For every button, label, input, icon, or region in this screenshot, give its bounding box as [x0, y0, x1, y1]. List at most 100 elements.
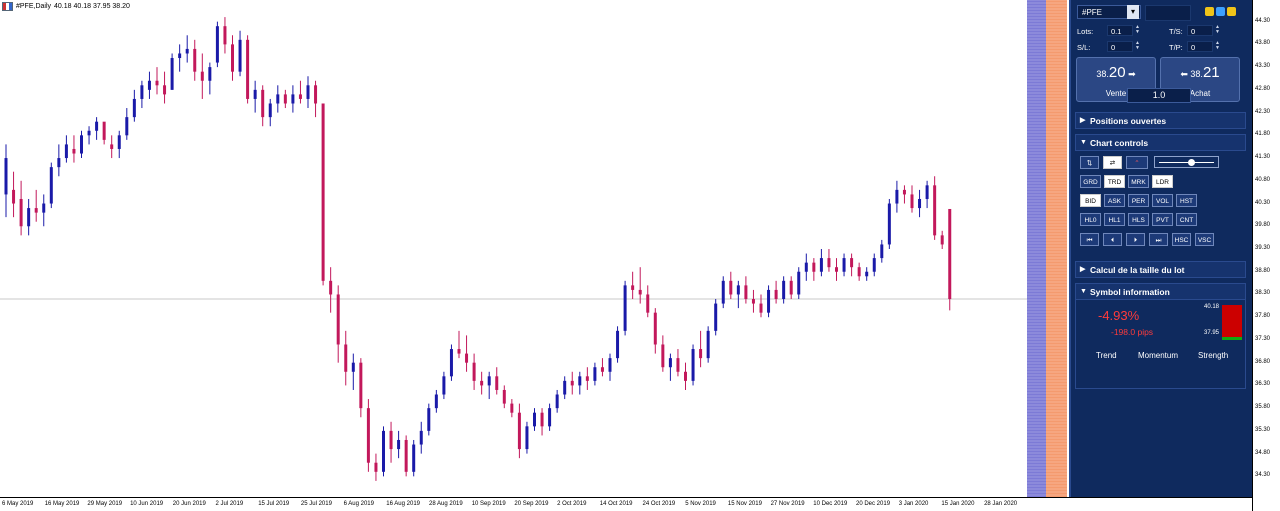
zoom-slider[interactable]	[1154, 156, 1219, 168]
sl-label: S/L:	[1077, 43, 1091, 52]
symbol-extra-field[interactable]	[1145, 5, 1191, 21]
tp-input[interactable]: 0	[1187, 41, 1213, 52]
candle	[351, 353, 355, 390]
candle	[570, 371, 574, 395]
candle	[887, 198, 891, 249]
chevron-down-icon: ▼	[1080, 288, 1087, 295]
date-tick: 20 Sep 2019	[514, 501, 549, 507]
vsc-button[interactable]: VSC	[1195, 233, 1214, 246]
chevron-right-icon: ▶	[1080, 117, 1086, 124]
ldr-button[interactable]: LDR	[1152, 175, 1173, 188]
grd-button[interactable]: GRD	[1080, 175, 1101, 188]
trd-button[interactable]: TRD	[1104, 175, 1125, 188]
candle	[336, 285, 340, 363]
date-tick: 10 Dec 2019	[813, 501, 848, 507]
arrow-right-icon: ➡	[1128, 69, 1136, 79]
price-tick: 43.80	[1255, 40, 1271, 47]
mrk-button[interactable]: MRK	[1128, 175, 1149, 188]
candle	[487, 371, 491, 400]
date-tick: 25 Jul 2019	[300, 501, 332, 507]
lock-icon[interactable]	[1205, 7, 1214, 16]
candle	[102, 121, 106, 145]
price-tick: 43.30	[1255, 63, 1271, 70]
hst-button[interactable]: HST	[1176, 194, 1197, 207]
per-button[interactable]: PER	[1128, 194, 1149, 207]
price-tick: 38.80	[1255, 267, 1271, 274]
date-tick: 15 Nov 2019	[727, 501, 762, 507]
price-axis[interactable]: 44.30 43.80 43.30 42.80 42.30 41.80 41.30 40.80…	[1252, 0, 1280, 511]
lots-input[interactable]: 0.1	[1107, 25, 1133, 36]
first-button[interactable]: ⏮	[1080, 233, 1099, 246]
candle	[540, 408, 544, 436]
ask-button[interactable]: ASK	[1104, 194, 1125, 207]
candle	[918, 189, 922, 218]
date-tick: 16 Aug 2019	[386, 501, 420, 507]
date-tick: 15 Jul 2019	[258, 501, 290, 507]
bid-button[interactable]: BID	[1080, 194, 1101, 207]
date-tick: 6 Aug 2019	[343, 501, 374, 507]
candle-mode-button[interactable]: ⇅	[1080, 156, 1099, 169]
lot-size-input[interactable]: 1.0	[1127, 88, 1191, 103]
lots-stepper[interactable]: ▲ ▼	[1134, 25, 1141, 36]
cnt-button[interactable]: CNT	[1176, 213, 1197, 226]
hls-button[interactable]: HLS	[1128, 213, 1149, 226]
price-tick: 39.80	[1255, 222, 1271, 229]
settings-icon[interactable]	[1216, 7, 1225, 16]
candle	[646, 285, 650, 318]
next-button[interactable]: ⏵	[1126, 233, 1145, 246]
chevron-down-icon: ▼	[1080, 139, 1087, 146]
trade-panel: #PFE ▾ Lots: 0.1 ▲ ▼ S/L: 0 ▲ ▼ T/S: 0 ▲ ▼ …	[1069, 0, 1252, 497]
chart-symbol: #PFE,Daily	[16, 3, 52, 10]
date-tick: 24 Oct 2019	[642, 501, 676, 507]
ts-input[interactable]: 0	[1187, 25, 1213, 36]
vol-button[interactable]: VOL	[1152, 194, 1173, 207]
price-chart[interactable]: #PFE,Daily 40.18 40.18 37.95 38.20	[0, 0, 1252, 511]
candle	[465, 335, 469, 372]
candle	[555, 389, 559, 413]
candle	[72, 135, 76, 163]
section-positions[interactable]: ▶ Positions ouvertes	[1075, 112, 1246, 129]
slider-knob[interactable]	[1188, 159, 1195, 166]
date-tick: 29 May 2019	[87, 501, 123, 507]
section-symbol-info[interactable]: ▼ Symbol information	[1075, 283, 1246, 300]
bar-mode-button[interactable]: ⇄	[1103, 156, 1122, 169]
hl0-button[interactable]: HL0	[1080, 213, 1101, 226]
price-tick: 35.30	[1255, 426, 1271, 433]
candle	[819, 249, 823, 277]
last-button[interactable]: ⏭	[1149, 233, 1168, 246]
chevron-down-icon[interactable]: ▾	[1127, 5, 1139, 19]
candle	[593, 362, 597, 386]
day-low: 37.95	[1204, 330, 1220, 336]
hsc-button[interactable]: HSC	[1172, 233, 1191, 246]
candle	[4, 144, 8, 218]
sl-input[interactable]: 0	[1107, 41, 1133, 52]
candle	[268, 98, 272, 127]
sl-stepper[interactable]: ▲ ▼	[1134, 41, 1141, 52]
ts-stepper[interactable]: ▲ ▼	[1214, 25, 1221, 36]
candle	[910, 185, 914, 213]
line-mode-button[interactable]: ⌃	[1126, 156, 1148, 169]
candle	[140, 80, 144, 109]
lots-label: Lots:	[1077, 27, 1094, 36]
candle	[517, 403, 521, 459]
pvt-button[interactable]: PVT	[1152, 213, 1173, 226]
candle	[27, 198, 31, 236]
candlestick-chart[interactable]	[0, 0, 1252, 497]
buy-price-small: 38.	[1190, 69, 1203, 79]
candle	[442, 371, 446, 400]
candle	[631, 271, 635, 300]
section-lot-calc[interactable]: ▶ Calcul de la taille du lot	[1075, 261, 1246, 278]
prev-button[interactable]: ⏴	[1103, 233, 1122, 246]
candle	[812, 258, 816, 281]
date-tick: 10 Jun 2019	[130, 501, 164, 507]
candle	[668, 353, 672, 381]
tp-stepper[interactable]: ▲ ▼	[1214, 41, 1221, 52]
info-icon[interactable]	[1227, 7, 1236, 16]
hl1-button[interactable]: HL1	[1104, 213, 1125, 226]
candle	[19, 180, 23, 236]
buy-price-big: 21	[1202, 64, 1220, 81]
section-chart-controls[interactable]: ▼ Chart controls	[1075, 134, 1246, 151]
candle	[638, 267, 642, 304]
candle	[155, 67, 159, 95]
candle	[132, 89, 136, 122]
